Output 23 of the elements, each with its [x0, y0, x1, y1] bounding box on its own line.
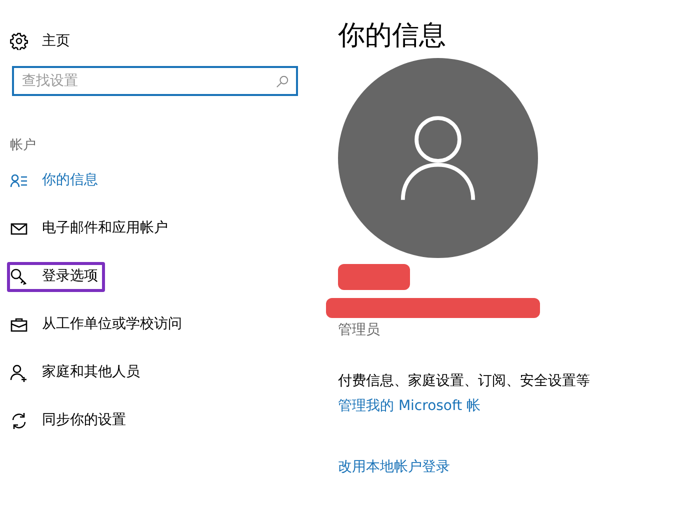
nav-item[interactable]: 同步你的设置	[7, 406, 133, 436]
account-role: 管理员	[338, 321, 381, 340]
person-icon	[399, 114, 477, 202]
section-heading: 帐户	[10, 137, 37, 155]
nav-item[interactable]: 家庭和其他人员	[7, 358, 147, 388]
person-add-icon	[10, 364, 28, 382]
nav-item[interactable]: 电子邮件和应用帐户	[7, 214, 175, 244]
nav-item[interactable]: 你的信息	[7, 166, 105, 196]
briefcase-icon	[10, 316, 28, 334]
person-list-icon	[10, 172, 28, 190]
key-icon	[10, 268, 28, 286]
sync-icon	[10, 412, 28, 430]
nav-item[interactable]: 从工作单位或学校访问	[7, 310, 189, 340]
link[interactable]: 管理我的 Microsoft 帐	[338, 396, 481, 418]
nav-item[interactable]: 登录选项	[7, 262, 105, 292]
page-title: 你的信息	[338, 20, 447, 52]
home-button[interactable]: 主页	[10, 28, 70, 54]
redaction-bar	[338, 264, 410, 290]
description-text: 付费信息、家庭设置、订阅、安全设置等	[338, 372, 590, 392]
search-icon	[276, 75, 289, 88]
search-field[interactable]: 查找设置	[12, 66, 298, 96]
link[interactable]: 改用本地帐户登录	[338, 457, 450, 478]
settings-icon	[10, 32, 28, 50]
